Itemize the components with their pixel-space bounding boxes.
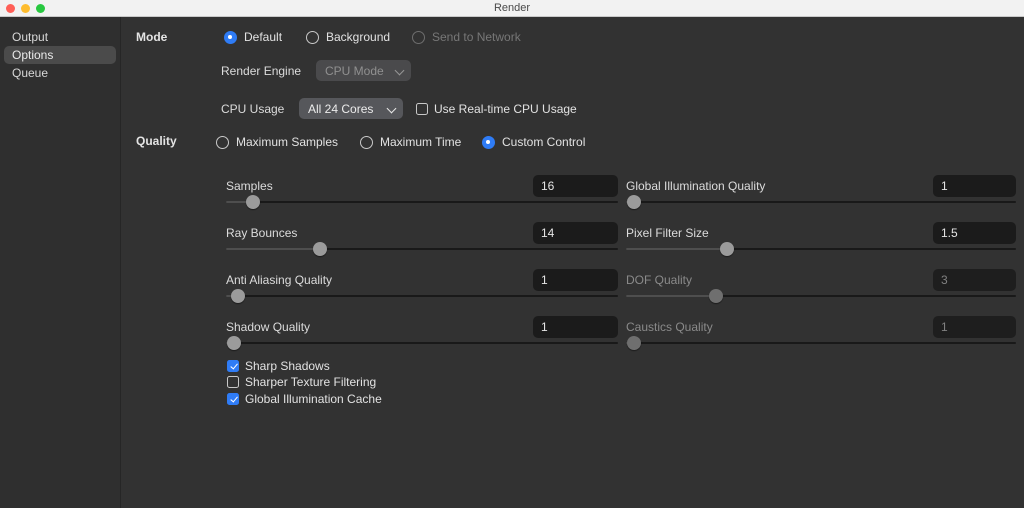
radio-default[interactable]: Default	[224, 30, 282, 44]
slider-pixel-filter-size-fill	[626, 248, 728, 250]
slider-samples-label: Samples	[226, 179, 273, 193]
slider-pixel-filter-size-thumb[interactable]	[720, 242, 735, 256]
slider-shadow-quality-label: Shadow Quality	[226, 320, 311, 334]
slider-dof-quality-thumb	[708, 289, 723, 303]
radio-maximum-time-label: Maximum Time	[380, 135, 462, 149]
cpu-usage-value: All 24 Cores	[308, 101, 374, 116]
quality-section-label: Quality	[136, 134, 177, 148]
checkbox-sharper-texture-filtering[interactable]: Sharper Texture Filtering	[227, 375, 376, 389]
slider-dof-quality-value: 3	[933, 269, 1016, 291]
slider-samples-track[interactable]	[226, 195, 618, 209]
render-engine-value: CPU Mode	[325, 63, 384, 78]
window-title: Render	[493, 2, 531, 14]
sidebar-item-queue[interactable]: Queue	[4, 64, 116, 82]
slider-samples-thumb[interactable]	[246, 195, 261, 209]
radio-background-label: Background	[326, 30, 391, 44]
slider-ray-bounces-fill	[226, 248, 321, 250]
slider-pixel-filter-size-track[interactable]	[626, 242, 1016, 256]
slider-dof-quality-label: DOF Quality	[626, 273, 693, 287]
slider-shadow-quality-thumb[interactable]	[226, 336, 241, 350]
cpu-usage-select[interactable]: All 24 Cores	[299, 98, 403, 119]
slider-shadow-quality-track[interactable]	[226, 336, 618, 350]
checkbox-use-realtime-cpu-usage[interactable]: Use Real-time CPU Usage	[416, 102, 577, 116]
radio-background-mark	[306, 30, 319, 44]
radio-default-label: Default	[244, 30, 283, 44]
slider-shadow-quality-value[interactable]: 1	[533, 316, 618, 338]
checkbox-sharper-texture-filtering-label: Sharper Texture Filtering	[245, 375, 377, 389]
slider-dof-quality-fill	[626, 295, 716, 297]
radio-custom-control[interactable]: Custom Control	[482, 135, 585, 149]
sidebar: Output Options Queue	[0, 17, 121, 508]
chevron-down-icon	[395, 66, 405, 76]
slider-pixel-filter-size-label: Pixel Filter Size	[626, 226, 709, 240]
radio-send-to-network-label: Send to Network	[432, 30, 521, 44]
radio-maximum-time[interactable]: Maximum Time	[360, 135, 461, 149]
slider-ray-bounces-value[interactable]: 14	[533, 222, 618, 244]
slider-global-illumination-quality-value[interactable]: 1	[933, 175, 1016, 197]
render-engine-select: CPU Mode	[316, 60, 411, 81]
slider-anti-aliasing-quality-value[interactable]: 1	[533, 269, 618, 291]
slider-global-illumination-quality-thumb[interactable]	[626, 195, 641, 209]
checkbox-use-realtime-cpu-usage-box	[416, 103, 428, 115]
slider-caustics-quality-label: Caustics Quality	[626, 320, 713, 334]
checkbox-sharper-texture-filtering-box	[227, 376, 239, 388]
radio-send-to-network-mark	[412, 30, 425, 44]
slider-ray-bounces-label: Ray Bounces	[226, 226, 298, 240]
checkbox-sharp-shadows-box	[227, 360, 239, 372]
radio-send-to-network: Send to Network	[412, 30, 521, 44]
radio-maximum-samples-label: Maximum Samples	[236, 135, 339, 149]
checkbox-global-illumination-cache-box	[227, 393, 239, 405]
checkbox-use-realtime-cpu-usage-label: Use Real-time CPU Usage	[434, 102, 577, 116]
slider-anti-aliasing-quality-label: Anti Aliasing Quality	[226, 273, 333, 287]
slider-global-illumination-quality-label: Global Illumination Quality	[626, 179, 766, 193]
slider-ray-bounces-track[interactable]	[226, 242, 618, 256]
checkbox-sharp-shadows-label: Sharp Shadows	[245, 359, 330, 373]
radio-maximum-samples[interactable]: Maximum Samples	[216, 135, 338, 149]
render-window: Render Output Options Queue Mode Default…	[0, 0, 1024, 508]
cpu-usage-label: CPU Usage	[221, 102, 285, 116]
radio-background[interactable]: Background	[306, 30, 390, 44]
radio-maximum-samples-mark	[216, 135, 229, 149]
titlebar: Render	[0, 0, 1024, 17]
sidebar-item-output[interactable]: Output	[4, 28, 116, 46]
slider-anti-aliasing-quality-thumb[interactable]	[230, 289, 245, 303]
slider-caustics-quality-track	[626, 336, 1016, 350]
slider-caustics-quality-thumb	[626, 336, 641, 350]
radio-custom-control-label: Custom Control	[502, 135, 586, 149]
checkbox-sharp-shadows[interactable]: Sharp Shadows	[227, 359, 330, 373]
radio-maximum-time-mark	[360, 135, 373, 149]
slider-pixel-filter-size-value[interactable]: 1.5	[933, 222, 1016, 244]
radio-custom-control-mark	[482, 135, 495, 149]
slider-dof-quality-track	[626, 289, 1016, 303]
chevron-down-icon	[387, 104, 397, 114]
slider-global-illumination-quality-track[interactable]	[626, 195, 1016, 209]
checkbox-global-illumination-cache-label: Global Illumination Cache	[245, 392, 382, 406]
checkbox-global-illumination-cache[interactable]: Global Illumination Cache	[227, 392, 382, 406]
radio-default-mark	[224, 30, 237, 44]
render-engine-label: Render Engine	[221, 64, 302, 78]
slider-samples-value[interactable]: 16	[533, 175, 618, 197]
slider-caustics-quality-value: 1	[933, 316, 1016, 338]
mode-section-label: Mode	[136, 30, 168, 44]
sidebar-item-options[interactable]: Options	[4, 46, 116, 64]
slider-anti-aliasing-quality-track[interactable]	[226, 289, 618, 303]
slider-ray-bounces-thumb[interactable]	[313, 242, 328, 256]
